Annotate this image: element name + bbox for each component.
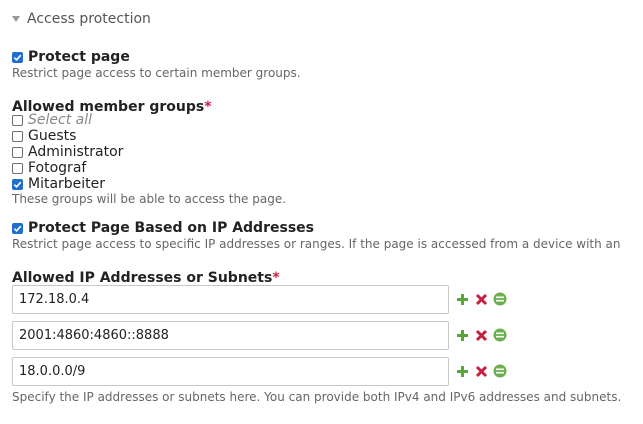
group-checkbox-mitarbeiter[interactable] [12, 178, 23, 190]
ip-row-2-actions [455, 328, 512, 342]
group-option-fotograf: Fotograf [12, 160, 86, 176]
ip-input-2[interactable] [12, 321, 449, 350]
ip-row-3-actions [455, 364, 512, 378]
protect-ip-label[interactable]: Protect Page Based on IP Addresses [28, 220, 314, 236]
drag-handle-icon[interactable] [493, 292, 507, 306]
delete-row-icon[interactable] [474, 364, 488, 378]
ip-list-heading: Allowed IP Addresses or Subnets* [12, 267, 280, 286]
required-mark: * [204, 99, 212, 115]
group-label-fotograf[interactable]: Fotograf [28, 160, 86, 176]
protect-page-checkbox[interactable] [12, 51, 23, 63]
protect-ip-row: Protect Page Based on IP Addresses [12, 220, 314, 236]
protect-page-row: Protect page [12, 49, 130, 65]
group-checkbox-guests[interactable] [12, 130, 23, 142]
drag-handle-icon[interactable] [493, 364, 507, 378]
protect-ip-checkbox[interactable] [12, 222, 23, 234]
add-row-icon[interactable] [455, 328, 469, 342]
delete-row-icon[interactable] [474, 292, 488, 306]
access-protection-legend[interactable]: Access protection [12, 11, 151, 27]
group-option-administrator: Administrator [12, 144, 123, 160]
collapse-triangle-icon [12, 16, 20, 22]
group-checkbox-administrator[interactable] [12, 146, 23, 158]
protect-ip-help: Restrict page access to specific IP addr… [12, 237, 621, 251]
ip-list-label: Allowed IP Addresses or Subnets [12, 270, 273, 286]
group-label-guests[interactable]: Guests [28, 128, 76, 144]
legend-title: Access protection [27, 11, 151, 27]
group-option-guests: Guests [12, 128, 76, 144]
ip-list-help: Specify the IP addresses or subnets here… [12, 390, 622, 404]
protect-page-help: Restrict page access to certain member g… [12, 66, 301, 80]
group-label-administrator[interactable]: Administrator [28, 144, 123, 160]
ip-input-1[interactable] [12, 285, 449, 314]
add-row-icon[interactable] [455, 364, 469, 378]
member-groups-help: These groups will be able to access the … [12, 192, 287, 206]
delete-row-icon[interactable] [474, 328, 488, 342]
ip-input-3[interactable] [12, 357, 449, 386]
select-all-row: Select all [12, 112, 92, 128]
protect-page-label[interactable]: Protect page [28, 49, 130, 65]
select-all-label[interactable]: Select all [28, 112, 92, 128]
group-checkbox-fotograf[interactable] [12, 162, 23, 174]
drag-handle-icon[interactable] [493, 328, 507, 342]
group-option-mitarbeiter: Mitarbeiter [12, 176, 105, 192]
select-all-checkbox[interactable] [12, 114, 23, 126]
group-label-mitarbeiter[interactable]: Mitarbeiter [28, 176, 105, 192]
ip-required-mark: * [272, 270, 280, 286]
add-row-icon[interactable] [455, 292, 469, 306]
ip-row-1-actions [455, 292, 512, 306]
